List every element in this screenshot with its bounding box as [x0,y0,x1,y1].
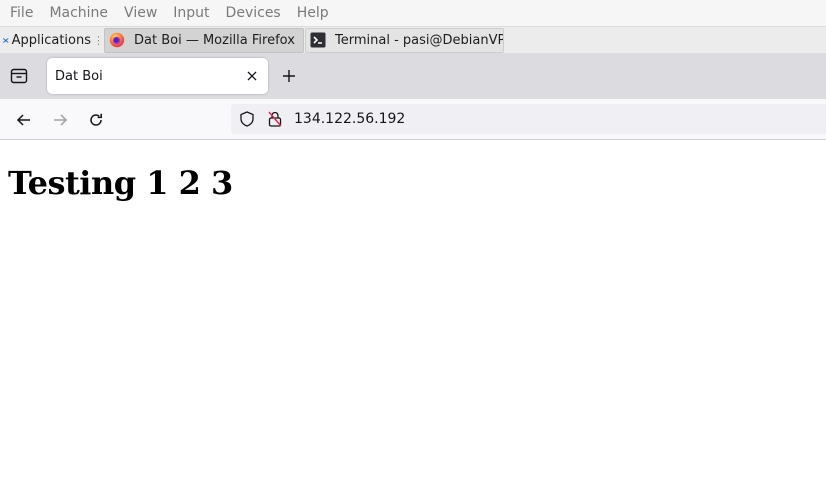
reload-button[interactable] [83,107,109,133]
arrow-left-icon [16,114,30,126]
close-icon [247,71,257,81]
menu-devices[interactable]: Devices [218,0,289,26]
page-content: Testing 1 2 3 [0,140,826,496]
firefox-view-icon [10,68,28,84]
firefox-icon [109,32,125,48]
nav-bar: 134.122.56.192 [0,99,826,140]
arrow-right-icon [54,114,68,126]
xfce-icon [3,37,9,43]
menu-input[interactable]: Input [165,0,217,26]
page-heading: Testing 1 2 3 [8,164,233,202]
url-text[interactable]: 134.122.56.192 [294,111,405,127]
task-terminal[interactable]: Terminal - pasi@DebianVP... [305,27,504,53]
tab-dat-boi[interactable]: Dat Boi [47,58,268,94]
menu-machine[interactable]: Machine [41,0,116,26]
menu-view[interactable]: View [116,0,165,26]
close-tab-button[interactable] [240,64,264,88]
back-button[interactable] [11,107,37,133]
task-firefox-label: Dat Boi — Mozilla Firefox [134,32,295,48]
shield-icon[interactable] [237,109,257,129]
terminal-icon [310,32,326,48]
menu-help[interactable]: Help [289,0,337,26]
tab-title: Dat Boi [55,68,103,84]
firefox-view-button[interactable] [0,53,38,99]
reload-icon [90,113,102,126]
menu-file[interactable]: File [2,0,41,26]
applications-menu-button[interactable]: Applications ⋮ [0,27,104,54]
task-terminal-label: Terminal - pasi@DebianVP... [335,32,504,48]
separator-icon: ⋮ [93,33,104,47]
new-tab-button[interactable] [277,64,301,88]
taskbar: Applications ⋮ Dat Boi — Mozilla Firefox… [0,26,826,53]
plus-icon [283,70,295,82]
url-bar[interactable]: 134.122.56.192 [231,104,826,134]
applications-label: Applications [11,32,91,48]
forward-button[interactable] [47,107,73,133]
task-firefox[interactable]: Dat Boi — Mozilla Firefox [104,27,304,53]
insecure-lock-icon[interactable] [265,109,285,129]
host-menu-bar: File Machine View Input Devices Help [0,0,826,26]
tab-strip: Dat Boi [0,53,826,99]
